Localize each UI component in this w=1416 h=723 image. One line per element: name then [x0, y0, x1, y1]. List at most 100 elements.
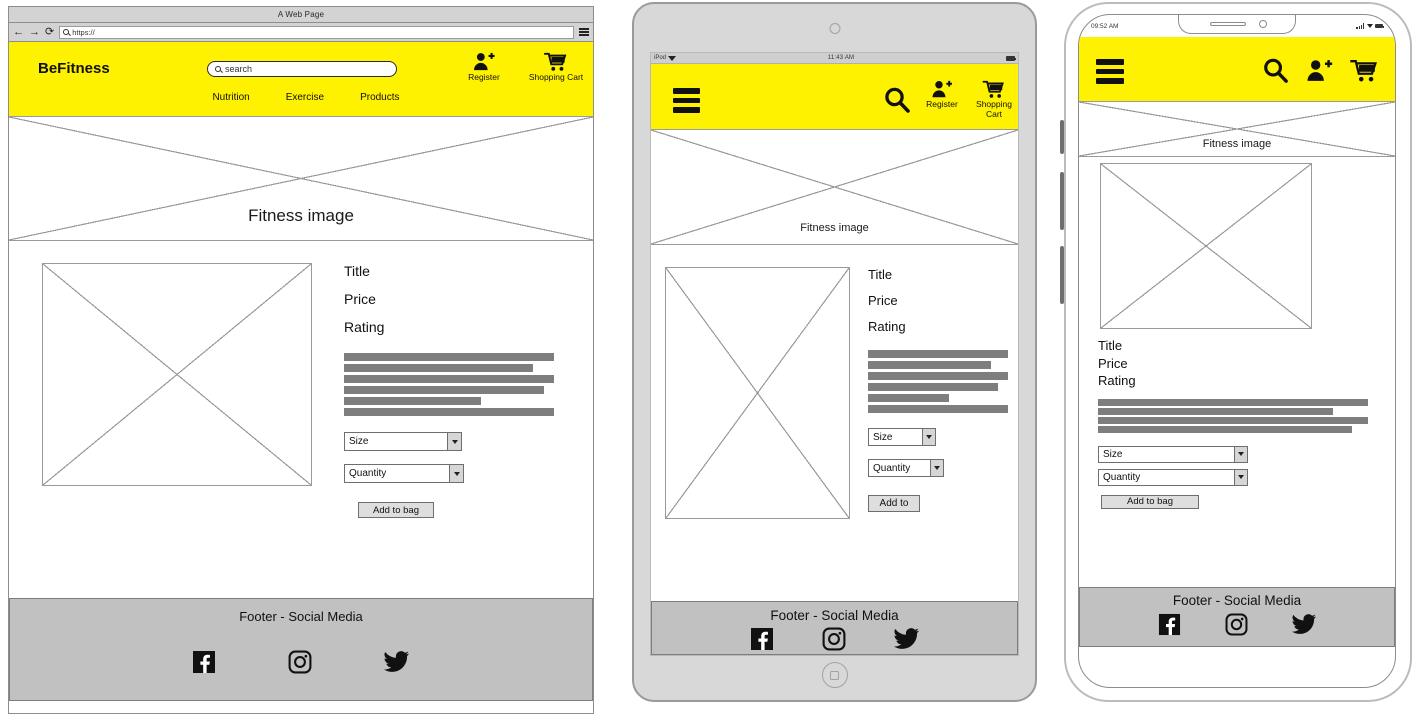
shopping-cart-label: Shopping Cart — [976, 99, 1012, 119]
tablet-mockup: iPod 11:43 AM Register Shopping Cart Fit… — [632, 2, 1037, 702]
address-bar-input[interactable]: https:// — [59, 25, 574, 39]
user-add-icon — [474, 52, 495, 71]
size-select[interactable]: Size — [868, 428, 936, 446]
shopping-cart-label: Shopping Cart — [528, 72, 584, 82]
signal-icon — [1356, 23, 1364, 29]
text-bar — [1098, 416, 1368, 424]
quantity-select-value: Quantity — [349, 468, 387, 479]
phone-site-header — [1079, 37, 1395, 101]
instagram-icon[interactable] — [822, 627, 846, 651]
phone-side-button[interactable] — [1060, 246, 1064, 304]
chevron-down-icon — [1234, 446, 1247, 462]
chevron-down-icon — [930, 460, 943, 476]
product-title: Title — [868, 267, 893, 282]
register-label: Register — [926, 99, 958, 109]
wireframe-canvas: A Web Page ← → ⟳ https:// BeFitness sear… — [0, 0, 1416, 723]
hero-image-label: Fitness image — [800, 222, 869, 234]
site-header: BeFitness search Register Shopping Cart … — [9, 42, 593, 116]
quantity-select[interactable]: Quantity — [344, 464, 464, 483]
chevron-down-icon — [922, 429, 935, 445]
facebook-icon[interactable] — [192, 650, 216, 674]
search-icon[interactable] — [1262, 57, 1289, 84]
footer-title: Footer - Social Media — [770, 608, 899, 623]
size-select[interactable]: Size — [1098, 445, 1248, 463]
add-to-bag-button[interactable]: Add to bag — [1101, 494, 1199, 509]
tablet-status-bar: iPod 11:43 AM — [651, 53, 1018, 64]
text-bar — [344, 353, 554, 361]
nav-item-products[interactable]: Products — [360, 92, 399, 103]
hero-image-label: Fitness image — [1202, 138, 1272, 150]
product-price: Price — [868, 293, 898, 308]
hamburger-menu-icon[interactable] — [673, 88, 700, 113]
text-bar — [344, 386, 544, 394]
phone-header-actions — [1262, 57, 1379, 84]
add-to-bag-label: Add to bag — [373, 504, 419, 516]
text-bar — [1098, 425, 1352, 433]
tablet-site-header: Register Shopping Cart — [651, 64, 1018, 129]
register-button[interactable]: Register — [461, 52, 507, 83]
size-select-value: Size — [873, 431, 893, 443]
size-select[interactable]: Size — [344, 432, 462, 451]
home-button-icon[interactable] — [821, 662, 848, 688]
facebook-icon[interactable] — [750, 627, 774, 651]
add-to-bag-button[interactable]: Add to bag — [358, 502, 434, 518]
add-to-bag-button[interactable]: Add to — [868, 495, 920, 512]
phone-side-button[interactable] — [1060, 120, 1064, 154]
search-input[interactable]: search — [207, 61, 397, 77]
product-price: Price — [1098, 355, 1128, 371]
text-bar — [344, 408, 554, 416]
nav-item-exercise[interactable]: Exercise — [286, 92, 324, 103]
phone-side-button[interactable] — [1060, 172, 1064, 230]
browser-window-title: A Web Page — [277, 10, 325, 19]
product-info: Title Price Rating Size — [344, 263, 554, 518]
browser-menu-icon[interactable] — [579, 28, 589, 36]
back-icon[interactable]: ← — [13, 26, 24, 38]
hero-image-placeholder: Fitness image — [651, 129, 1018, 245]
desktop-mockup: A Web Page ← → ⟳ https:// BeFitness sear… — [8, 6, 594, 714]
footer-title: Footer - Social Media — [239, 609, 363, 624]
text-bar — [868, 361, 992, 369]
add-to-bag-label: Add to bag — [1127, 496, 1173, 508]
quantity-select-value: Quantity — [873, 462, 911, 474]
hero-image-label: Fitness image — [248, 206, 354, 225]
product-title: Title — [1098, 338, 1123, 353]
hamburger-menu-icon[interactable] — [1096, 59, 1124, 84]
shopping-cart-button[interactable]: Shopping Cart — [971, 80, 1017, 120]
product-section: Title Price Rating Size — [651, 245, 1018, 585]
hero-image-placeholder: Fitness image — [1079, 101, 1395, 157]
forward-icon[interactable]: → — [29, 26, 40, 38]
address-bar-value: https:// — [72, 27, 95, 37]
register-button[interactable]: Register — [919, 80, 965, 110]
site-footer: Footer - Social Media — [9, 598, 593, 701]
text-bar — [868, 405, 1008, 413]
user-add-icon[interactable] — [1306, 59, 1333, 83]
quantity-select[interactable]: Quantity — [1098, 468, 1248, 486]
text-bar — [344, 364, 533, 372]
site-footer: Footer - Social Media — [1079, 587, 1395, 647]
site-logo[interactable]: BeFitness — [38, 60, 110, 77]
status-carrier: iPod — [654, 55, 677, 61]
shopping-cart-icon[interactable] — [1350, 59, 1379, 83]
footer-social-links — [10, 650, 592, 674]
search-button[interactable] — [883, 86, 911, 119]
quantity-select[interactable]: Quantity — [868, 459, 944, 477]
facebook-icon[interactable] — [1158, 613, 1181, 636]
nav-item-nutrition[interactable]: Nutrition — [212, 92, 249, 103]
product-image-placeholder — [665, 267, 850, 519]
twitter-icon[interactable] — [384, 651, 410, 673]
twitter-icon[interactable] — [893, 628, 920, 650]
instagram-icon[interactable] — [288, 650, 312, 674]
earpiece-speaker-icon — [1210, 22, 1246, 26]
quantity-select-value: Quantity — [1103, 471, 1141, 483]
hero-image-placeholder: Fitness image — [9, 116, 593, 241]
reload-icon[interactable]: ⟳ — [45, 26, 54, 38]
chevron-down-icon — [1234, 469, 1247, 485]
chevron-down-icon — [449, 465, 463, 482]
shopping-cart-button[interactable]: Shopping Cart — [527, 52, 585, 83]
product-section: Title Price Rating Size Quantity Add to … — [1079, 157, 1395, 509]
footer-social-links — [1080, 613, 1394, 636]
twitter-icon[interactable] — [1291, 614, 1317, 635]
product-description-placeholder — [868, 350, 1008, 413]
text-bar — [344, 397, 481, 405]
instagram-icon[interactable] — [1225, 613, 1248, 636]
